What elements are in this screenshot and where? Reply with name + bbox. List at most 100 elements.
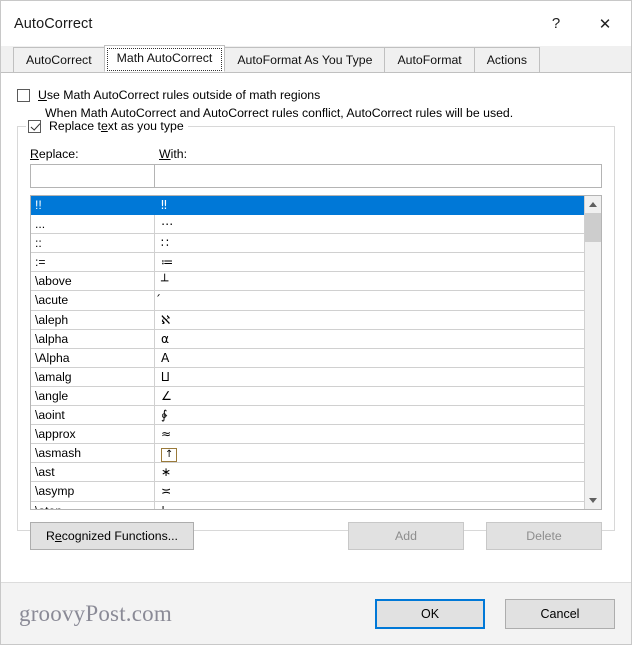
use-math-rules-label: Use Math AutoCorrect rules outside of ma…: [38, 88, 320, 102]
use-math-rules-accel: U: [38, 88, 47, 102]
replace-field-label: Replace:: [30, 147, 159, 161]
tab-autoformat[interactable]: AutoFormat: [384, 47, 475, 72]
replace-text-post: xt as you type: [107, 119, 184, 133]
row-with: ⨿: [161, 369, 170, 384]
replace-input[interactable]: [30, 164, 155, 188]
replacement-list[interactable]: !! ‼ ... ⋯ :: ∷ := ≔ \above ┴ \acute \al…: [30, 195, 602, 510]
row-with: ≍: [161, 484, 172, 499]
table-row[interactable]: :: ∷: [31, 234, 584, 254]
row-replace: \angle: [31, 386, 155, 406]
recognized-functions-button[interactable]: Recognized Functions...: [30, 522, 194, 550]
row-with: ∗: [161, 465, 172, 480]
with-field-label: With:: [159, 147, 187, 161]
tab-actions[interactable]: Actions: [473, 47, 541, 72]
row-replace: \acute: [31, 291, 155, 310]
row-with: ́: [155, 291, 584, 309]
table-row[interactable]: := ≔: [31, 253, 584, 273]
replace-text-accel: e: [100, 119, 108, 133]
row-with: ∠: [161, 388, 172, 403]
row-replace: \aoint: [31, 406, 155, 425]
replace-text-legend[interactable]: Replace text as you type: [26, 119, 188, 133]
replace-text-pre: Replace t: [49, 119, 101, 133]
table-row[interactable]: \atop ¦: [31, 501, 584, 510]
row-with: ≔: [161, 255, 174, 270]
conflict-note: When Math AutoCorrect and AutoCorrect ru…: [45, 106, 514, 120]
scrollbar-track[interactable]: [584, 213, 601, 492]
row-replace: \atop: [31, 501, 155, 509]
row-replace: \alpha: [31, 329, 155, 348]
table-row[interactable]: \Alpha Α: [31, 348, 584, 368]
row-with: ↑: [155, 444, 584, 463]
close-icon[interactable]: ✕: [579, 1, 631, 46]
row-replace: !!: [31, 196, 155, 215]
autocorrect-dialog: AutoCorrect ? ✕ AutoCorrect Math AutoCor…: [0, 0, 632, 645]
scrollbar-thumb[interactable]: [584, 213, 601, 242]
row-with: ⋯: [161, 217, 174, 232]
table-row[interactable]: \approx ≈: [31, 425, 584, 445]
watermark: groovyPost.com: [19, 600, 172, 626]
replace-text-label: Replace text as you type: [49, 119, 184, 133]
help-icon[interactable]: ?: [533, 1, 579, 46]
use-math-rules-row[interactable]: Use Math AutoCorrect rules outside of ma…: [17, 88, 615, 102]
row-replace: \above: [31, 272, 155, 291]
scroll-down-icon[interactable]: [585, 492, 602, 509]
cancel-button[interactable]: Cancel: [505, 598, 615, 629]
table-row[interactable]: \above ┴: [31, 272, 584, 292]
group-buttons-row: Recognized Functions... Add Delete: [30, 522, 602, 550]
use-math-rules-checkbox[interactable]: [17, 88, 30, 102]
delete-button[interactable]: Delete: [486, 522, 602, 550]
recognized-pre: R: [46, 529, 55, 543]
row-replace: :=: [31, 253, 155, 272]
replace-text-group: Replace text as you type Replace: With: …: [17, 119, 615, 550]
replace-text-checkbox[interactable]: [28, 119, 41, 133]
row-with: ‼: [161, 198, 167, 212]
table-row[interactable]: \angle ∠: [31, 386, 584, 407]
row-with: ∷: [161, 236, 169, 251]
table-row[interactable]: ... ⋯: [31, 215, 584, 235]
table-row[interactable]: \acute ́: [31, 291, 584, 311]
row-with: ┴: [161, 274, 169, 289]
row-with-boxed: ↑: [161, 448, 178, 463]
table-row[interactable]: \asmash ↑: [31, 444, 584, 464]
recognized-post: cognized Functions...: [61, 529, 178, 543]
row-replace: \asmash: [31, 444, 155, 463]
table-row[interactable]: \aleph ℵ: [31, 310, 584, 330]
scroll-up-icon[interactable]: [585, 196, 602, 213]
replace-field-accel: R: [30, 147, 39, 161]
row-with: α: [161, 331, 170, 346]
tab-autoformat-as-you-type[interactable]: AutoFormat As You Type: [224, 47, 386, 72]
title-bar: AutoCorrect ? ✕: [1, 1, 631, 46]
row-with: ℵ: [161, 312, 171, 327]
with-field-text: ith:: [170, 147, 188, 161]
row-with: ¦: [155, 502, 584, 510]
replacement-list-body: !! ‼ ... ⋯ :: ∷ := ≔ \above ┴ \acute \al…: [31, 196, 584, 509]
row-replace: \aleph: [31, 310, 155, 329]
replace-field-text: eplace:: [38, 147, 79, 161]
table-row[interactable]: \aoint ∳: [31, 406, 584, 426]
row-replace: ...: [31, 215, 155, 234]
add-button[interactable]: Add: [348, 522, 464, 550]
row-with: Α: [161, 350, 170, 365]
with-input[interactable]: [154, 164, 602, 188]
dialog-title: AutoCorrect: [14, 15, 93, 32]
inputs-row: [30, 164, 602, 188]
tab-math-autocorrect-label: Math AutoCorrect: [116, 51, 213, 65]
table-row[interactable]: \alpha α: [31, 329, 584, 349]
tab-strip: AutoCorrect Math AutoCorrect AutoFormat …: [1, 45, 631, 73]
list-scrollbar[interactable]: [584, 196, 601, 509]
tab-autocorrect[interactable]: AutoCorrect: [13, 47, 105, 72]
recognized-accel: e: [54, 529, 62, 543]
table-row[interactable]: \amalg ⨿: [31, 367, 584, 387]
row-with: ∳: [161, 408, 168, 423]
row-replace: \Alpha: [31, 348, 155, 367]
row-with: ≈: [161, 427, 172, 442]
use-math-rules-text: se Math AutoCorrect rules outside of mat…: [46, 88, 321, 102]
dialog-footer: groovyPost.com OK Cancel: [1, 582, 631, 644]
ok-button[interactable]: OK: [375, 598, 485, 629]
table-row[interactable]: !! ‼: [31, 196, 584, 216]
tab-math-autocorrect[interactable]: Math AutoCorrect: [103, 45, 226, 72]
math-autocorrect-panel: Use Math AutoCorrect rules outside of ma…: [1, 73, 631, 582]
table-row[interactable]: \asymp ≍: [31, 482, 584, 502]
field-labels-row: Replace: With:: [30, 147, 602, 161]
table-row[interactable]: \ast ∗: [31, 463, 584, 483]
